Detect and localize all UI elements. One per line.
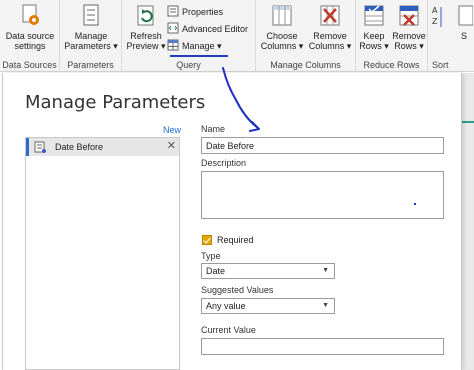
- type-label: Type: [201, 251, 221, 261]
- advanced-editor-icon: [167, 22, 179, 34]
- keep-rows-label-1: Keep: [363, 31, 385, 41]
- suggested-values-label: Suggested Values: [201, 285, 274, 295]
- description-input[interactable]: [201, 171, 444, 219]
- name-label: Name: [201, 124, 226, 134]
- background-accent-line: [462, 121, 474, 123]
- refresh-preview-icon: [137, 5, 154, 26]
- new-parameter-link[interactable]: New: [163, 125, 181, 135]
- manage-parameters-icon: [83, 4, 99, 26]
- data-source-settings-icon: [22, 4, 39, 25]
- choose-columns-button[interactable]: Choose Columns ▾: [259, 3, 305, 51]
- remove-rows-icon: [399, 5, 419, 26]
- sort-icon: A Z: [432, 6, 442, 27]
- required-checkbox[interactable]: [202, 235, 212, 245]
- manage-parameters-label-1: Manage: [74, 31, 108, 41]
- delete-parameter-icon[interactable]: ✕: [167, 140, 176, 152]
- refresh-preview-label-2: Preview ▾: [126, 41, 166, 51]
- manage-table-icon: [167, 39, 179, 51]
- properties-icon: [167, 5, 179, 17]
- refresh-preview-label-1: Refresh: [130, 31, 162, 41]
- advanced-editor-button[interactable]: Advanced Editor: [167, 22, 248, 37]
- advanced-editor-label: Advanced Editor: [182, 24, 249, 34]
- remove-columns-button[interactable]: Remove Columns ▾: [306, 3, 354, 51]
- data-source-settings-button[interactable]: Data source settings: [4, 3, 56, 51]
- manage-parameters-label-2: Parameters ▾: [64, 41, 118, 51]
- choose-columns-label-1: Choose: [266, 31, 298, 41]
- remove-columns-icon: [320, 5, 340, 26]
- sort-partial-label: S: [460, 31, 467, 41]
- remove-columns-label-1: Remove: [313, 31, 347, 41]
- sort-partial-button[interactable]: S: [454, 3, 474, 41]
- group-reduce-rows: Keep Rows ▾ Remove Rows ▾ Reduce Rows: [356, 0, 428, 72]
- type-select[interactable]: Date ▼: [201, 263, 335, 279]
- keep-rows-icon: [364, 5, 384, 26]
- remove-rows-label-2: Rows ▾: [394, 41, 424, 51]
- group-data-sources: Data source settings Data Sources: [0, 0, 60, 72]
- suggested-values-value: Any value: [206, 301, 246, 311]
- choose-columns-icon: [272, 5, 292, 26]
- group-label-sort: Sort: [432, 60, 449, 70]
- ribbon: Data source settings Data Sources Manage…: [0, 0, 474, 72]
- parameter-list: Date Before ✕: [25, 137, 180, 370]
- group-label-query: Query: [176, 60, 201, 70]
- type-chevron-down-icon: ▼: [322, 267, 329, 274]
- svg-text:Z: Z: [432, 17, 438, 26]
- manage-button[interactable]: Manage ▾: [167, 39, 222, 54]
- remove-rows-label-1: Remove: [392, 31, 426, 41]
- type-value: Date: [206, 266, 226, 276]
- keep-rows-label-2: Rows ▾: [359, 41, 389, 51]
- group-label-parameters: Parameters: [67, 60, 114, 70]
- current-value-label: Current Value: [201, 325, 256, 335]
- remove-columns-label-2: Columns ▾: [308, 41, 352, 51]
- keep-rows-button[interactable]: Keep Rows ▾: [358, 3, 390, 51]
- data-source-settings-label-2: settings: [14, 41, 46, 51]
- dialog-title: Manage Parameters: [25, 92, 206, 113]
- parameter-icon: [34, 141, 46, 153]
- current-value-input[interactable]: [201, 338, 444, 355]
- annotation-dot: [414, 203, 416, 205]
- manage-label: Manage ▾: [182, 41, 222, 51]
- group-label-manage-columns: Manage Columns: [270, 60, 341, 70]
- data-source-settings-label-1: Data source: [5, 31, 55, 41]
- group-manage-columns: Choose Columns ▾ Remove Columns ▾ Manage…: [256, 0, 356, 72]
- suggested-chevron-down-icon: ▼: [322, 302, 329, 309]
- group-parameters: Manage Parameters ▾ Parameters: [60, 0, 122, 72]
- properties-button[interactable]: Properties: [167, 5, 223, 20]
- group-label-reduce-rows: Reduce Rows: [363, 60, 420, 70]
- sort-partial-icon: [458, 5, 473, 26]
- svg-text:A: A: [432, 6, 438, 15]
- remove-rows-button[interactable]: Remove Rows ▾: [392, 3, 426, 51]
- parameter-name: Date Before: [55, 142, 104, 152]
- description-label: Description: [201, 158, 247, 168]
- choose-columns-label-2: Columns ▾: [260, 41, 304, 51]
- parameter-list-item[interactable]: Date Before ✕: [26, 138, 179, 156]
- required-label: Required: [217, 235, 254, 245]
- refresh-preview-button[interactable]: Refresh Preview ▾: [125, 3, 167, 51]
- name-input[interactable]: [201, 137, 444, 154]
- manage-parameters-dialog: Manage Parameters New Date Before ✕ Name…: [2, 73, 462, 370]
- background-window-strip: [462, 73, 474, 370]
- sort-button[interactable]: A Z: [430, 4, 444, 32]
- group-label-data-sources: Data Sources: [2, 60, 57, 70]
- manage-parameters-button[interactable]: Manage Parameters ▾: [63, 3, 119, 51]
- suggested-values-select[interactable]: Any value ▼: [201, 298, 335, 314]
- properties-label: Properties: [182, 7, 224, 17]
- manage-highlight-underline: [170, 55, 228, 57]
- group-sort: A Z S Sort: [428, 0, 474, 72]
